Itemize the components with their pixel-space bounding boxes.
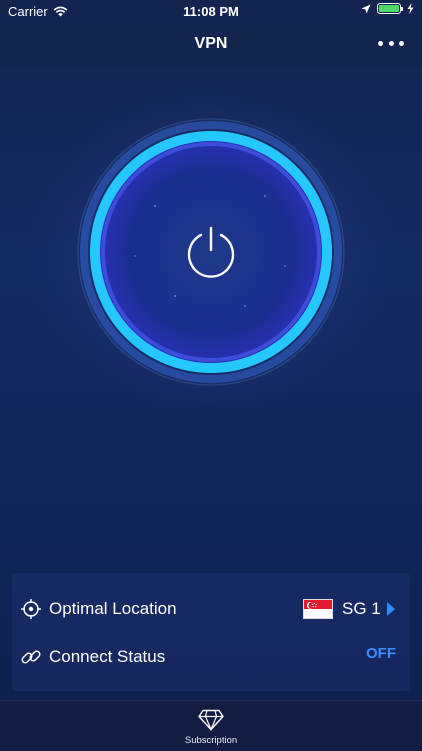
tab-subscription[interactable]: Subscription [161,701,261,751]
crosshair-icon [21,599,41,619]
status-right [361,3,414,14]
location-row[interactable]: Optimal Location SG 1 [12,589,410,629]
flag-crescent [306,601,317,610]
status-badge: OFF [366,645,396,662]
more-dot [388,40,394,46]
chevron-right-icon[interactable] [387,602,395,616]
status-label: Connect Status [49,647,166,666]
status-bar: Carrier 11:08 PM [0,0,422,22]
more-dot [399,40,404,46]
clock: 11:08 PM [183,4,239,19]
battery-icon [377,3,403,14]
nav-bar: VPN [0,22,422,66]
battery-cap [401,7,403,11]
tab-bar: Subscription [0,700,422,751]
more-dot [378,40,383,46]
power-icon[interactable] [183,224,239,280]
location-arrow-icon [361,4,371,13]
battery-fill [379,5,399,12]
charging-bolt-icon [407,3,414,14]
flag-white-band [304,609,332,618]
server-name: SG 1 [342,599,381,618]
status-row: Connect Status OFF [12,637,410,677]
connect-ring [75,116,347,388]
tab-subscription-label: Subscription [184,735,238,746]
link-icon [21,650,41,664]
more-dots-icon[interactable] [378,36,404,50]
diamond-icon [198,709,224,731]
page-title: VPN [194,35,228,52]
connection-info-panel: Optimal Location SG 1 Connect Status OFF [12,573,410,691]
location-label: Optimal Location [49,599,177,618]
singapore-flag [303,599,333,619]
